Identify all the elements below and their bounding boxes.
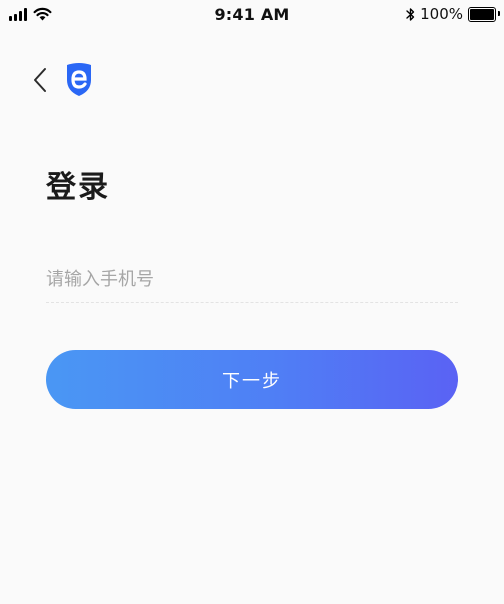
chevron-left-icon [34,68,46,92]
battery-icon [468,6,500,22]
battery-level [470,8,494,20]
page-title: 登录 [46,170,110,205]
bluetooth-icon [406,7,415,21]
battery-percent: 100% [420,5,463,23]
phone-number-input[interactable] [46,256,458,303]
status-bar: 9:41 AM 100% [0,0,504,30]
shield-e-logo [67,63,91,96]
next-button[interactable]: 下一步 [46,350,458,409]
back-button[interactable] [28,64,52,96]
status-right: 100% [406,5,500,23]
